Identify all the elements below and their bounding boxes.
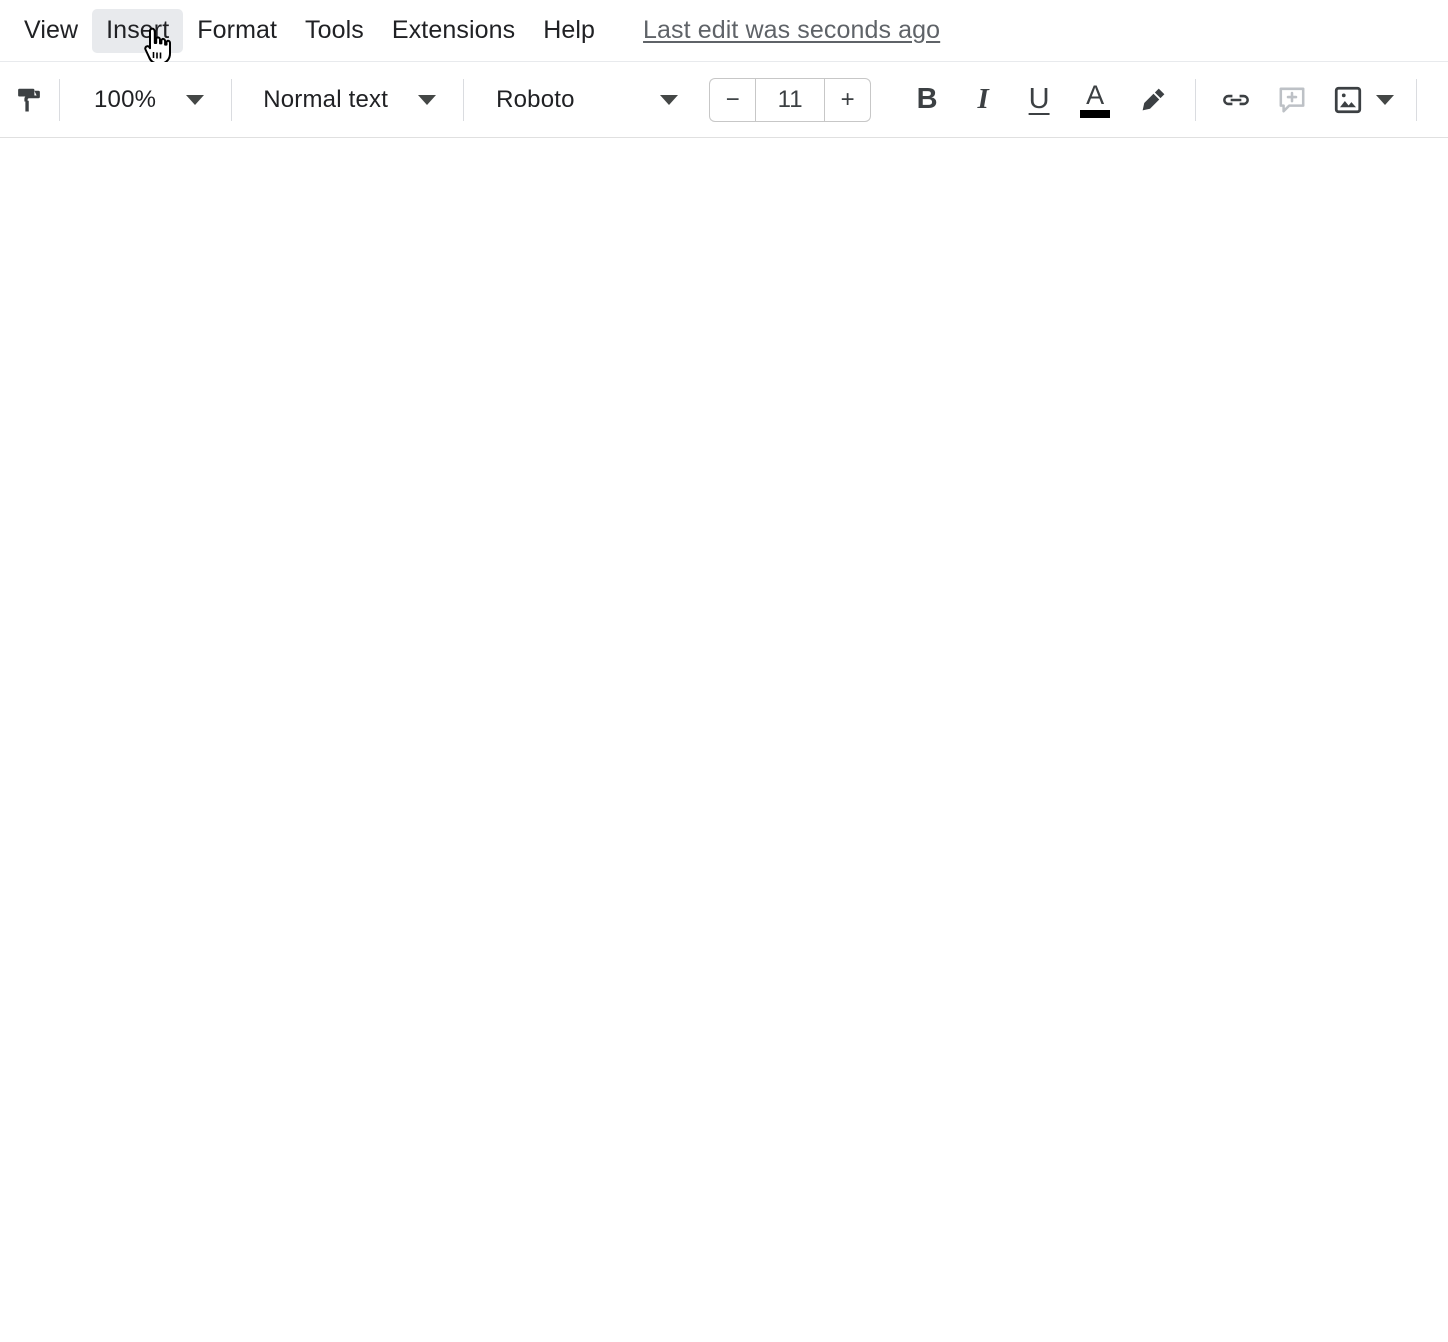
menu-item-insert[interactable]: Insert <box>92 8 184 53</box>
bold-button[interactable]: B <box>903 77 951 123</box>
paragraph-style-dropdown[interactable]: Normal text <box>263 77 437 123</box>
align-button[interactable] <box>1437 77 1448 123</box>
add-comment-button[interactable] <box>1268 77 1316 123</box>
menu-item-view[interactable]: View <box>10 9 92 53</box>
font-size-decrease-button[interactable]: − <box>709 77 756 122</box>
formatting-toolbar: 100% Normal text Roboto − 11 + B I U A <box>0 62 1448 138</box>
chevron-down-icon <box>660 94 679 105</box>
menu-item-tools[interactable]: Tools <box>291 9 378 53</box>
chevron-down-icon <box>186 94 205 105</box>
text-color-glyph: A <box>1086 79 1105 110</box>
font-size-stepper[interactable]: − 11 + <box>709 77 872 122</box>
toolbar-divider <box>1195 78 1197 121</box>
underline-button[interactable]: U <box>1015 77 1063 123</box>
text-color-swatch <box>1080 109 1111 118</box>
last-edit-status[interactable]: Last edit was seconds ago <box>643 16 940 45</box>
insert-link-button[interactable] <box>1212 77 1260 123</box>
chevron-down-icon[interactable] <box>1376 94 1395 105</box>
chevron-down-icon <box>418 94 437 105</box>
menu-item-format[interactable]: Format <box>183 9 291 53</box>
font-size-increase-button[interactable]: + <box>825 77 872 122</box>
insert-image-icon <box>1334 86 1362 113</box>
menu-item-help[interactable]: Help <box>529 9 609 53</box>
toolbar-divider <box>463 78 465 121</box>
font-size-input[interactable]: 11 <box>755 77 826 122</box>
font-family-dropdown[interactable]: Roboto <box>496 77 679 123</box>
text-color-button[interactable]: A <box>1071 75 1119 125</box>
menu-bar: View Insert Format Tools Extensions Help… <box>0 0 1448 65</box>
highlighter-pen-icon <box>1142 88 1165 110</box>
font-family-value: Roboto <box>496 85 575 113</box>
highlight-color-button[interactable] <box>1129 77 1177 123</box>
paint-roller-icon <box>18 88 40 111</box>
toolbar-divider <box>231 78 233 121</box>
menu-item-extensions[interactable]: Extensions <box>378 9 529 53</box>
link-icon <box>1223 94 1250 105</box>
toolbar-divider <box>1416 78 1418 121</box>
paint-format-button[interactable] <box>5 77 55 123</box>
zoom-value: 100% <box>94 85 157 113</box>
paragraph-style-value: Normal text <box>263 85 389 113</box>
toolbar-divider <box>59 78 60 121</box>
italic-button[interactable]: I <box>959 77 1007 123</box>
insert-image-button[interactable] <box>1324 77 1372 123</box>
add-comment-icon <box>1279 87 1305 112</box>
zoom-dropdown[interactable]: 100% <box>94 77 205 123</box>
document-canvas[interactable] <box>0 138 1448 1342</box>
